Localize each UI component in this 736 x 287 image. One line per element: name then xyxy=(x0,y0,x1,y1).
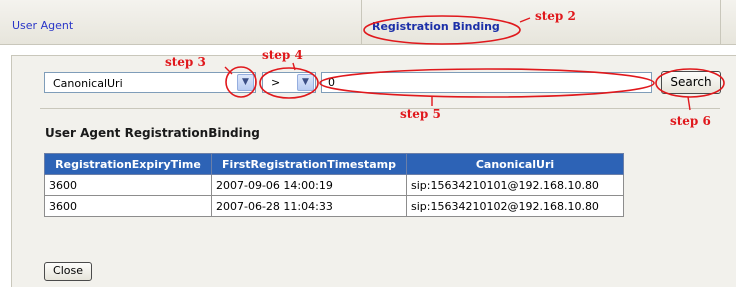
search-value-input[interactable]: 0 xyxy=(321,72,652,93)
binding-table: RegistrationExpiryTime FirstRegistration… xyxy=(44,153,624,217)
table-cell: 3600 xyxy=(44,195,212,217)
table-cell: sip:15634210101@192.168.10.80 xyxy=(406,174,624,196)
table-cell: 2007-09-06 14:00:19 xyxy=(211,174,407,196)
annotation-step-5: step 5 xyxy=(400,107,441,121)
field-select-value: CanonicalUri xyxy=(53,77,123,90)
operator-select[interactable]: > ▼ xyxy=(262,72,316,93)
annotation-step-6: step 6 xyxy=(670,114,711,128)
tab-user-agent[interactable]: User Agent xyxy=(12,19,73,32)
table-cell: 2007-06-28 11:04:33 xyxy=(211,195,407,217)
annotation-step-4: step 4 xyxy=(262,48,303,62)
field-select[interactable]: CanonicalUri ▼ xyxy=(44,72,256,93)
table-cell: sip:15634210102@192.168.10.80 xyxy=(406,195,624,217)
column-header: RegistrationExpiryTime xyxy=(44,153,212,175)
annotation-step-2: step 2 xyxy=(535,9,576,23)
chevron-down-icon[interactable]: ▼ xyxy=(237,74,254,91)
column-header: FirstRegistrationTimestamp xyxy=(211,153,407,175)
table-header-row: RegistrationExpiryTime FirstRegistration… xyxy=(44,153,624,175)
section-title: User Agent RegistrationBinding xyxy=(45,126,260,140)
tab-bar: User Agent Registration Binding xyxy=(0,0,736,45)
operator-select-value: > xyxy=(271,76,281,89)
tab-divider xyxy=(361,0,362,44)
column-header: CanonicalUri xyxy=(406,153,624,175)
search-button[interactable]: Search xyxy=(661,71,721,94)
table-row: 3600 2007-06-28 11:04:33 sip:15634210102… xyxy=(44,195,624,217)
close-button[interactable]: Close xyxy=(44,262,92,281)
divider xyxy=(40,108,720,109)
tab-registration-binding[interactable]: Registration Binding xyxy=(372,20,500,33)
tab-divider xyxy=(720,0,721,44)
chevron-down-icon[interactable]: ▼ xyxy=(297,74,314,91)
annotation-step-3: step 3 xyxy=(165,55,206,69)
table-cell: 3600 xyxy=(44,174,212,196)
table-row: 3600 2007-09-06 14:00:19 sip:15634210101… xyxy=(44,174,624,196)
